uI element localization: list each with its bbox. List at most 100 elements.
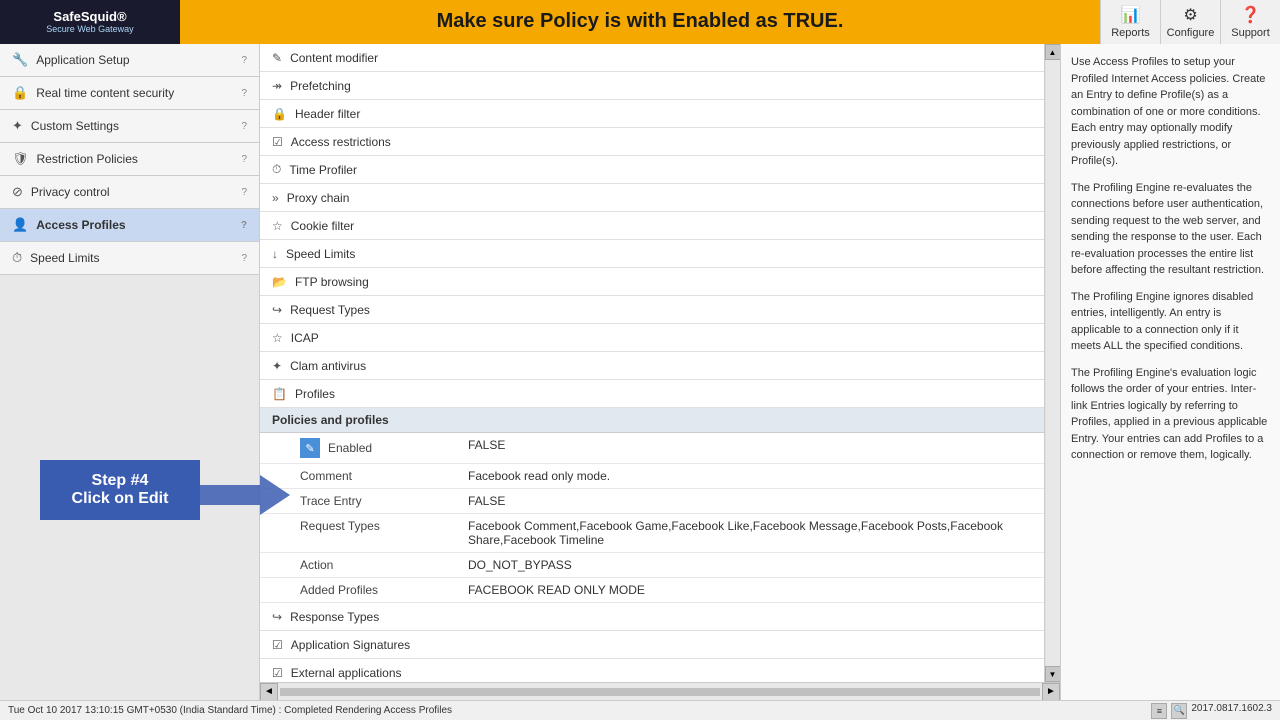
- vertical-scrollbar[interactable]: ▲ ▼: [1044, 44, 1060, 682]
- reports-button[interactable]: 📊 Reports: [1100, 0, 1160, 44]
- access-restrictions-icon: ☑: [272, 135, 283, 149]
- logo-sub: Secure Web Gateway: [46, 24, 133, 34]
- application-setup-icon: 🔧: [12, 52, 28, 68]
- version-info: 2017.0817.1602.3: [1191, 703, 1272, 719]
- policies-section-header: Policies and profiles: [260, 408, 1044, 433]
- right-panel-p3: The Profiling Engine ignores disabled en…: [1071, 289, 1270, 355]
- speed-limits-row[interactable]: ↓ Speed Limits: [260, 240, 1044, 268]
- application-signatures-row[interactable]: ☑ Application Signatures: [260, 631, 1044, 659]
- request-types-row[interactable]: ↪ Request Types: [260, 296, 1044, 324]
- sidebar-item-privacy-control[interactable]: ⊘ Privacy control ?: [0, 176, 259, 209]
- added-profiles-label: Added Profiles: [260, 578, 460, 603]
- sidebar-item-restriction-policies[interactable]: 🛡 Restriction Policies ?: [0, 143, 259, 176]
- privacy-icon: ⊘: [12, 184, 23, 200]
- app-signatures-icon: ☑: [272, 638, 283, 652]
- icap-label: ICAP: [291, 331, 319, 345]
- help-icon[interactable]: ?: [241, 154, 247, 165]
- header-filter-label: Header filter: [295, 107, 360, 121]
- scroll-track[interactable]: [1046, 60, 1060, 666]
- logo-area: SafeSquid® Secure Web Gateway: [0, 0, 180, 44]
- content-wrapper: ✎ Content modifier ↠ Prefetching 🔒 Heade…: [260, 44, 1060, 700]
- ftp-label: FTP browsing: [295, 275, 369, 289]
- request-types-policy-label: Request Types: [260, 514, 460, 553]
- step-line2: Click on Edit: [58, 490, 182, 508]
- help-icon[interactable]: ?: [241, 88, 247, 99]
- help-icon[interactable]: ?: [241, 121, 247, 132]
- profiles-row[interactable]: 📋 Profiles: [260, 380, 1044, 408]
- support-button[interactable]: ❓ Support: [1220, 0, 1280, 44]
- status-icon-menu[interactable]: ≡: [1151, 703, 1167, 719]
- configure-button[interactable]: ⚙ Configure: [1160, 0, 1220, 44]
- external-applications-row[interactable]: ☑ External applications: [260, 659, 1044, 682]
- sidebar-item-label: Restriction Policies: [37, 152, 138, 166]
- prefetching-row[interactable]: ↠ Prefetching: [260, 72, 1044, 100]
- step-arrow: [200, 475, 290, 515]
- status-icon-search[interactable]: 🔍: [1171, 703, 1187, 719]
- reports-icon: 📊: [1121, 5, 1141, 25]
- help-icon[interactable]: ?: [241, 187, 247, 198]
- status-text: Tue Oct 10 2017 13:10:15 GMT+0530 (India…: [8, 705, 452, 716]
- configure-label: Configure: [1167, 27, 1215, 39]
- added-profiles-row: Added Profiles FACEBOOK READ ONLY MODE: [260, 578, 1044, 603]
- ftp-icon: 📂: [272, 275, 287, 289]
- banner: Make sure Policy is with Enabled as TRUE…: [180, 0, 1100, 44]
- proxy-chain-label: Proxy chain: [287, 191, 350, 205]
- sidebar-item-application-setup[interactable]: 🔧 Application Setup ?: [0, 44, 259, 77]
- scroll-right-button[interactable]: ►: [1042, 683, 1060, 701]
- action-label: Action: [260, 553, 460, 578]
- icap-row[interactable]: ☆ ICAP: [260, 324, 1044, 352]
- header-filter-row[interactable]: 🔒 Header filter: [260, 100, 1044, 128]
- response-types-row[interactable]: ↪ Response Types: [260, 603, 1044, 631]
- access-restrictions-label: Access restrictions: [291, 135, 391, 149]
- content: ✎ Content modifier ↠ Prefetching 🔒 Heade…: [260, 44, 1044, 682]
- help-icon[interactable]: ?: [241, 253, 247, 264]
- help-icon[interactable]: ?: [241, 220, 247, 231]
- sidebar-item-access-profiles[interactable]: 👤 Access Profiles ?: [0, 209, 259, 242]
- sidebar-item-label: Real time content security: [36, 86, 174, 100]
- step-callout: Step #4 Click on Edit: [40, 460, 200, 520]
- prefetching-label: Prefetching: [290, 79, 351, 93]
- clam-antivirus-row[interactable]: ✦ Clam antivirus: [260, 352, 1044, 380]
- header-filter-icon: 🔒: [272, 107, 287, 121]
- support-icon: ❓: [1241, 5, 1261, 25]
- prefetching-icon: ↠: [272, 79, 282, 93]
- scroll-left-button[interactable]: ◄: [260, 683, 278, 701]
- edit-button[interactable]: ✎: [300, 438, 320, 458]
- added-profiles-value: FACEBOOK READ ONLY MODE: [460, 578, 1044, 603]
- scroll-up-button[interactable]: ▲: [1045, 44, 1061, 60]
- trace-value: FALSE: [460, 489, 1044, 514]
- ftp-browsing-row[interactable]: 📂 FTP browsing: [260, 268, 1044, 296]
- proxy-chain-row[interactable]: » Proxy chain: [260, 184, 1044, 212]
- content-modifier-row[interactable]: ✎ Content modifier: [260, 44, 1044, 72]
- horizontal-scrollbar[interactable]: ◄ ►: [260, 682, 1060, 700]
- configure-icon: ⚙: [1183, 5, 1197, 25]
- external-apps-label: External applications: [291, 666, 402, 680]
- external-apps-icon: ☑: [272, 666, 283, 680]
- scroll-bar-track[interactable]: [280, 688, 1040, 696]
- sidebar-item-realtime-content[interactable]: 🔒 Real time content security ?: [0, 77, 259, 110]
- enabled-row: ✎ Enabled FALSE: [260, 433, 1044, 464]
- help-icon[interactable]: ?: [241, 55, 247, 66]
- sidebar-item-custom-settings[interactable]: ✦ Custom Settings ?: [0, 110, 259, 143]
- clam-icon: ✦: [272, 359, 282, 373]
- right-panel-p1: Use Access Profiles to setup your Profil…: [1071, 54, 1270, 170]
- clam-label: Clam antivirus: [290, 359, 366, 373]
- content-modifier-label: Content modifier: [290, 51, 378, 65]
- proxy-chain-icon: »: [272, 191, 279, 205]
- enabled-label: Enabled: [328, 441, 372, 455]
- action-value: DO_NOT_BYPASS: [460, 553, 1044, 578]
- cookie-filter-row[interactable]: ☆ Cookie filter: [260, 212, 1044, 240]
- sidebar: 🔧 Application Setup ? 🔒 Real time conten…: [0, 44, 260, 700]
- time-profiler-row[interactable]: ⏱ Time Profiler: [260, 156, 1044, 184]
- response-types-label: Response Types: [290, 610, 379, 624]
- enabled-value: FALSE: [460, 433, 1044, 464]
- sidebar-item-label: Speed Limits: [30, 251, 99, 265]
- scroll-down-button[interactable]: ▼: [1045, 666, 1061, 682]
- sidebar-item-speed-limits[interactable]: ⏱ Speed Limits ?: [0, 242, 259, 275]
- access-restrictions-row[interactable]: ☑ Access restrictions: [260, 128, 1044, 156]
- speed-limits-content-label: Speed Limits: [286, 247, 355, 261]
- trace-entry-row: Trace Entry FALSE: [260, 489, 1044, 514]
- header: SafeSquid® Secure Web Gateway Make sure …: [0, 0, 1280, 44]
- comment-value: Facebook read only mode.: [460, 464, 1044, 489]
- content-and-scroll: ✎ Content modifier ↠ Prefetching 🔒 Heade…: [260, 44, 1060, 682]
